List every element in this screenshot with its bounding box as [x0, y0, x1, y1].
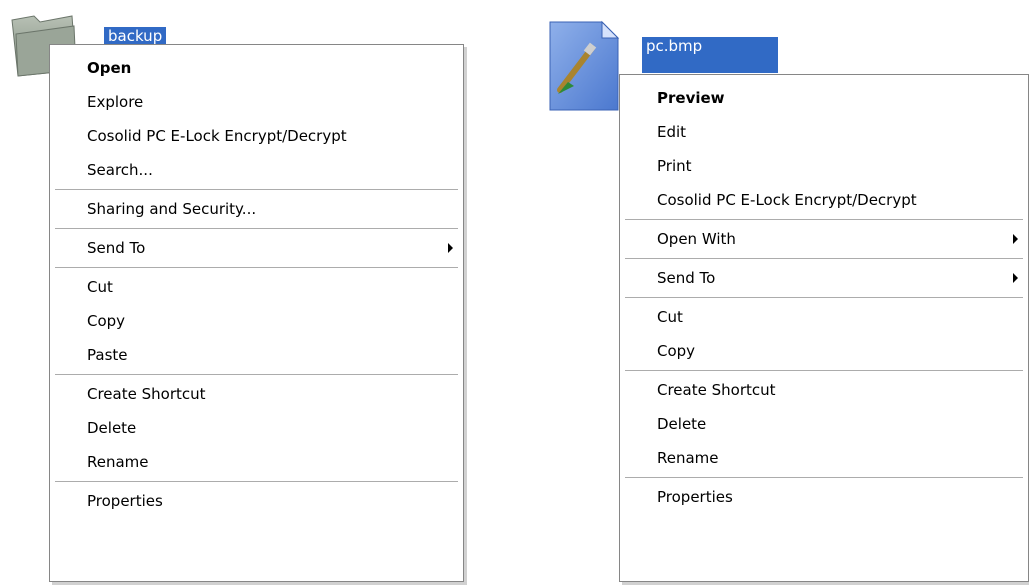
- menu-separator: [625, 477, 1023, 478]
- menu-item-delete[interactable]: Delete: [620, 407, 1028, 441]
- menu-item-properties[interactable]: Properties: [50, 484, 463, 518]
- menu-item-properties[interactable]: Properties: [620, 480, 1028, 514]
- bitmap-file-icon[interactable]: [548, 20, 622, 112]
- menu-separator: [55, 267, 458, 268]
- menu-item-create-shortcut[interactable]: Create Shortcut: [50, 377, 463, 411]
- menu-item-create-shortcut[interactable]: Create Shortcut: [620, 373, 1028, 407]
- menu-item-open-with-label: Open With: [657, 230, 736, 248]
- menu-separator: [55, 228, 458, 229]
- menu-item-encrypt-decrypt[interactable]: Cosolid PC E-Lock Encrypt/Decrypt: [50, 119, 463, 153]
- submenu-arrow-icon: [1013, 234, 1018, 244]
- menu-separator: [625, 370, 1023, 371]
- file-context-menu: Preview Edit Print Cosolid PC E-Lock Enc…: [619, 74, 1029, 582]
- menu-item-copy[interactable]: Copy: [620, 334, 1028, 368]
- menu-item-rename[interactable]: Rename: [620, 441, 1028, 475]
- folder-context-menu: Open Explore Cosolid PC E-Lock Encrypt/D…: [49, 44, 464, 582]
- menu-item-sharing-security[interactable]: Sharing and Security...: [50, 192, 463, 226]
- menu-item-open[interactable]: Open: [50, 51, 463, 85]
- menu-item-open-with[interactable]: Open With: [620, 222, 1028, 256]
- menu-item-copy[interactable]: Copy: [50, 304, 463, 338]
- menu-item-send-to[interactable]: Send To: [50, 231, 463, 265]
- menu-item-send-to-label: Send To: [657, 269, 716, 287]
- menu-item-explore[interactable]: Explore: [50, 85, 463, 119]
- menu-separator: [625, 258, 1023, 259]
- menu-item-paste[interactable]: Paste: [50, 338, 463, 372]
- submenu-arrow-icon: [1013, 273, 1018, 283]
- menu-item-edit[interactable]: Edit: [620, 115, 1028, 149]
- menu-item-rename[interactable]: Rename: [50, 445, 463, 479]
- menu-item-cut[interactable]: Cut: [50, 270, 463, 304]
- menu-separator: [625, 219, 1023, 220]
- menu-item-send-to[interactable]: Send To: [620, 261, 1028, 295]
- menu-item-print[interactable]: Print: [620, 149, 1028, 183]
- menu-item-cut[interactable]: Cut: [620, 300, 1028, 334]
- menu-item-delete[interactable]: Delete: [50, 411, 463, 445]
- submenu-arrow-icon: [448, 243, 453, 253]
- menu-separator: [625, 297, 1023, 298]
- menu-item-search[interactable]: Search...: [50, 153, 463, 187]
- menu-separator: [55, 374, 458, 375]
- folder-name-label[interactable]: backup: [104, 27, 167, 45]
- image-file-name-label-overflow: [642, 55, 778, 73]
- menu-separator: [55, 481, 458, 482]
- menu-separator: [55, 189, 458, 190]
- image-file-name-label[interactable]: pc.bmp: [642, 37, 778, 55]
- menu-item-preview[interactable]: Preview: [620, 81, 1028, 115]
- menu-item-send-to-label: Send To: [87, 239, 146, 257]
- menu-item-encrypt-decrypt[interactable]: Cosolid PC E-Lock Encrypt/Decrypt: [620, 183, 1028, 217]
